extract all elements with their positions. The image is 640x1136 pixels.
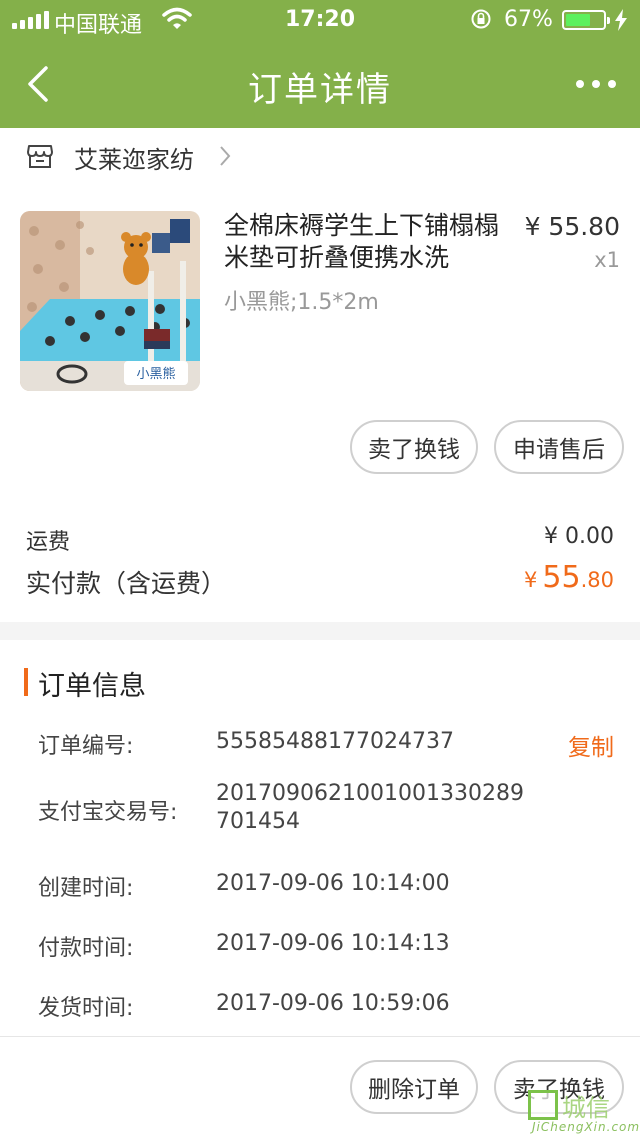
created-time-value: 2017-09-06 10:14:00 (216, 871, 450, 896)
shipped-time-value: 2017-09-06 10:59:06 (216, 991, 450, 1016)
paid-dec: .80 (580, 568, 614, 592)
header: 中国联通 17:20 67% 订单详情 (0, 0, 640, 128)
store-name[interactable]: 艾莱迩家纺 (74, 140, 194, 175)
alipay-trade-value: 2017090621001001330289701454 (216, 781, 524, 834)
shipping-value: ¥ 0.00 (544, 524, 614, 549)
delete-order-button[interactable]: 删除订单 (350, 1060, 478, 1114)
created-time-label: 创建时间: (38, 876, 134, 901)
chevron-right-icon (220, 146, 231, 166)
alipay-trade-label: 支付宝交易号: (38, 800, 178, 825)
paid-label: 实付款（含运费） (26, 569, 227, 598)
battery-percent: 67% (504, 7, 553, 32)
paid-int: 55 (542, 560, 581, 595)
shipped-time-label: 发货时间: (38, 996, 134, 1021)
paid-time-value: 2017-09-06 10:14:13 (216, 931, 450, 956)
store-icon (27, 145, 53, 168)
product-image[interactable]: 小黑熊 (20, 211, 200, 391)
copy-button[interactable]: 复制 (568, 728, 614, 762)
product-title[interactable]: 全棉床褥学生上下铺榻榻米垫可折叠便携水洗 (224, 210, 504, 274)
battery-fill (566, 14, 590, 26)
product-sku: 小黑熊;1.5*2m (224, 290, 379, 315)
image-caption: 小黑熊 (136, 366, 175, 382)
paid-time-label: 付款时间: (38, 936, 134, 961)
status-bar: 中国联通 17:20 67% (0, 0, 640, 40)
more-dots-icon[interactable] (576, 80, 616, 88)
paid-amount: ¥ 55.80 (524, 560, 614, 595)
order-info-title: 订单信息 (38, 671, 146, 702)
lock-rotation-icon (471, 9, 491, 29)
section-divider (0, 622, 640, 640)
page-title: 订单详情 (248, 70, 392, 110)
watermark-text: 城信 (562, 1094, 610, 1122)
watermark: 城信 JiChengXin.com (524, 1086, 640, 1136)
paid-symbol: ¥ (523, 568, 538, 592)
product-quantity: x1 (594, 248, 620, 272)
shipping-label: 运费 (26, 530, 71, 555)
order-number-value: 55585488177024737 (216, 729, 454, 754)
watermark-logo-icon (528, 1090, 558, 1120)
order-number-label: 订单编号: (38, 734, 134, 759)
sell-button[interactable]: 卖了换钱 (350, 420, 478, 474)
battery-icon (562, 10, 610, 30)
charging-bolt-icon (615, 9, 627, 31)
footer-divider (0, 1036, 640, 1037)
watermark-sub: JiChengXin.com (532, 1120, 640, 1134)
product-price: ¥ 55.80 (524, 212, 620, 241)
nav-bar: 订单详情 (0, 40, 640, 128)
section-accent-bar (24, 668, 28, 696)
store-row[interactable]: 艾莱迩家纺 (0, 128, 640, 184)
after-sale-button[interactable]: 申请售后 (494, 420, 624, 474)
